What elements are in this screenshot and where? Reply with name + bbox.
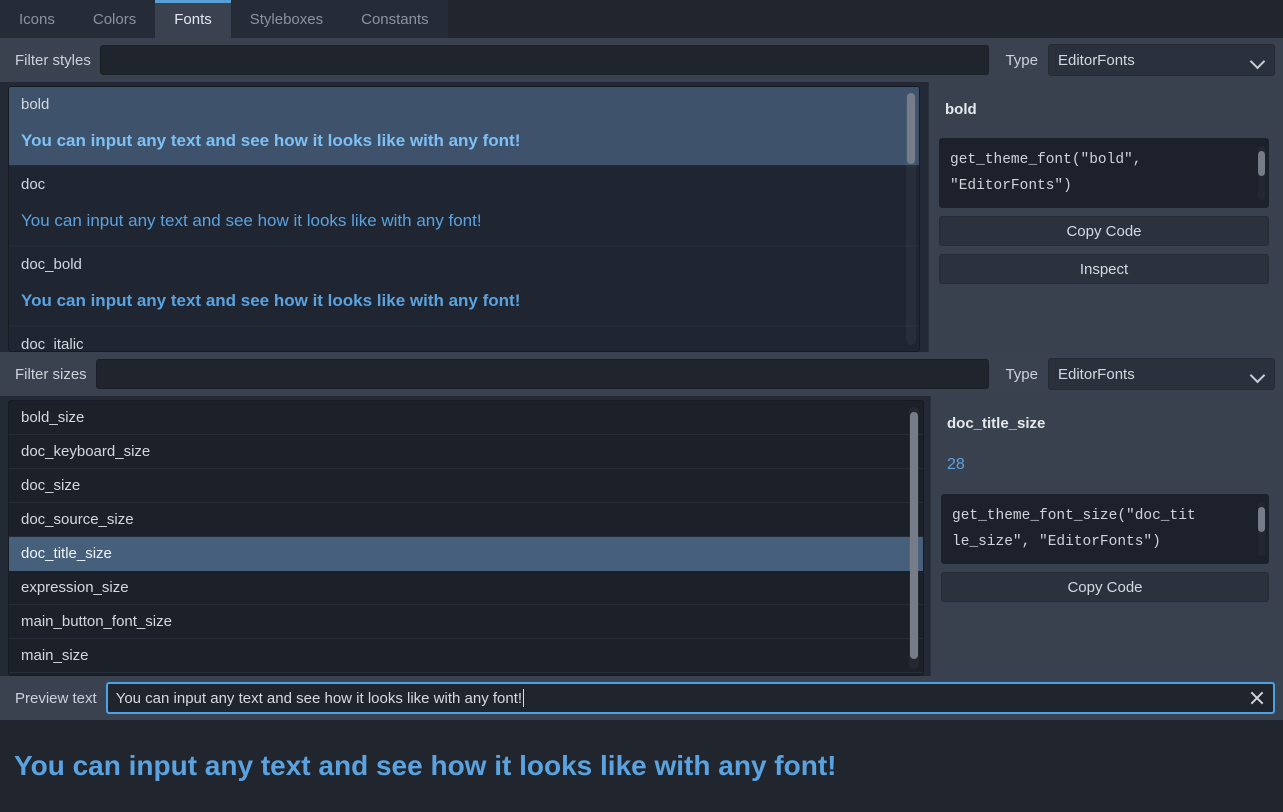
sizes-filter-row: Filter sizes Type EditorFonts <box>0 352 1283 396</box>
font-list-item[interactable]: doc_italic You can input any text and se… <box>9 327 919 352</box>
fonts-detail-panel: bold get_theme_font("bold", "EditorFonts… <box>928 82 1283 352</box>
size-name: main_button_font_size <box>21 613 172 630</box>
tab-icons-label: Icons <box>19 10 55 28</box>
fonts-type-select-value: EditorFonts <box>1058 51 1135 69</box>
fonts-filter-row: Filter styles Type EditorFonts <box>0 38 1283 82</box>
fonts-type-select[interactable]: EditorFonts <box>1048 44 1275 76</box>
preview-text-value: You can input any text and see how it lo… <box>115 689 523 707</box>
tab-fonts-label: Fonts <box>174 10 212 28</box>
size-list-item[interactable]: main_button_font_size <box>9 605 923 639</box>
tab-styleboxes[interactable]: Styleboxes <box>230 0 343 38</box>
fonts-filter-input[interactable] <box>99 45 990 75</box>
font-list-item[interactable]: bold You can input any text and see how … <box>9 87 919 167</box>
chevron-down-icon <box>1251 370 1265 379</box>
fonts-code-text: get_theme_font("bold", "EditorFonts") <box>950 152 1142 194</box>
sizes-copy-code-label: Copy Code <box>1067 578 1143 596</box>
fonts-copy-code-button[interactable]: Copy Code <box>939 216 1269 246</box>
sizes-detail-value: 28 <box>947 456 965 473</box>
font-name: doc <box>21 176 46 193</box>
font-sample: You can input any text and see how it lo… <box>21 211 482 230</box>
tab-bar-filler <box>447 0 1283 38</box>
sizes-list-wrap: bold_size doc_keyboard_size doc_size doc… <box>0 396 930 676</box>
sizes-detail-panel: doc_title_size 28 get_theme_font_size("d… <box>930 396 1283 676</box>
font-name: doc_bold <box>21 256 82 273</box>
size-name: main_size <box>21 647 89 664</box>
font-name: bold <box>21 96 50 113</box>
fonts-code-scrollbar[interactable] <box>1258 146 1265 200</box>
tab-constants[interactable]: Constants <box>342 0 448 38</box>
size-list-item[interactable]: main_size <box>9 639 923 673</box>
font-list-item[interactable]: doc You can input any text and see how i… <box>9 167 919 247</box>
preview-text-label: Preview text <box>15 689 97 707</box>
font-preview-area: You can input any text and see how it lo… <box>0 720 1283 812</box>
size-list-item[interactable]: doc_size <box>9 469 923 503</box>
sizes-code-scrollbar[interactable] <box>1258 502 1265 556</box>
tab-fonts[interactable]: Fonts <box>155 0 231 38</box>
fonts-list-wrap: bold You can input any text and see how … <box>0 82 928 352</box>
fonts-type-label: Type <box>1005 51 1038 69</box>
sizes-type-select[interactable]: EditorFonts <box>1048 358 1275 390</box>
fonts-detail-title: bold <box>945 101 977 118</box>
text-caret <box>523 689 525 707</box>
theme-explorer-window: Icons Colors Fonts Styleboxes Constants … <box>0 0 1283 812</box>
size-name: expression_size <box>21 579 129 596</box>
font-sample: You can input any text and see how it lo… <box>21 131 521 150</box>
fonts-section: bold You can input any text and see how … <box>0 82 1283 352</box>
size-name: bold_size <box>21 409 85 426</box>
tab-colors-label: Colors <box>92 10 137 28</box>
font-list-item[interactable]: doc_bold You can input any text and see … <box>9 247 919 327</box>
size-name: doc_size <box>21 477 81 494</box>
size-name: doc_source_size <box>21 511 134 528</box>
chevron-down-icon <box>1251 56 1265 65</box>
size-list-item[interactable]: bold_size <box>9 401 923 435</box>
size-list-item[interactable]: doc_keyboard_size <box>9 435 923 469</box>
sizes-type-label: Type <box>1005 365 1038 383</box>
sizes-section: bold_size doc_keyboard_size doc_size doc… <box>0 396 1283 676</box>
scrollbar-thumb[interactable] <box>1258 507 1265 532</box>
close-icon[interactable] <box>1247 688 1267 708</box>
tab-constants-label: Constants <box>361 10 429 28</box>
fonts-list[interactable]: bold You can input any text and see how … <box>8 86 920 352</box>
tab-colors[interactable]: Colors <box>73 0 156 38</box>
size-list-item[interactable]: doc_title_size <box>9 537 923 571</box>
sizes-detail-title: doc_title_size <box>947 415 1046 432</box>
font-sample: You can input any text and see how it lo… <box>21 291 521 310</box>
fonts-inspect-label: Inspect <box>1079 260 1129 278</box>
sizes-list[interactable]: bold_size doc_keyboard_size doc_size doc… <box>8 400 924 676</box>
size-name: doc_keyboard_size <box>21 443 151 460</box>
tab-styleboxes-label: Styleboxes <box>249 10 324 28</box>
fonts-copy-code-label: Copy Code <box>1066 222 1142 240</box>
fonts-code-box[interactable]: get_theme_font("bold", "EditorFonts") <box>939 138 1269 208</box>
size-list-item[interactable]: doc_source_size <box>9 503 923 537</box>
tab-icons[interactable]: Icons <box>0 0 74 38</box>
sizes-code-box[interactable]: get_theme_font_size("doc_tit le_size", "… <box>941 494 1269 564</box>
scrollbar-thumb[interactable] <box>910 412 918 659</box>
font-name: doc_italic <box>21 336 84 352</box>
size-list-item[interactable]: expression_size <box>9 571 923 605</box>
scrollbar-thumb[interactable] <box>907 93 915 164</box>
sizes-filter-input[interactable] <box>95 359 990 389</box>
fonts-filter-label: Filter styles <box>15 51 91 69</box>
fonts-inspect-button[interactable]: Inspect <box>939 254 1269 284</box>
sizes-filter-label: Filter sizes <box>15 365 87 383</box>
preview-text-row: Preview text You can input any text and … <box>0 676 1283 720</box>
font-preview-text: You can input any text and see how it lo… <box>14 750 837 781</box>
sizes-code-text: get_theme_font_size("doc_tit le_size", "… <box>952 508 1196 550</box>
tab-bar: Icons Colors Fonts Styleboxes Constants <box>0 0 1283 38</box>
scrollbar-thumb[interactable] <box>1258 151 1265 176</box>
fonts-list-scrollbar[interactable] <box>906 93 916 345</box>
size-name: doc_title_size <box>21 545 112 562</box>
sizes-copy-code-button[interactable]: Copy Code <box>941 572 1269 602</box>
sizes-list-scrollbar[interactable] <box>909 407 919 669</box>
sizes-type-select-value: EditorFonts <box>1058 365 1135 383</box>
preview-text-input[interactable]: You can input any text and see how it lo… <box>105 682 1275 714</box>
